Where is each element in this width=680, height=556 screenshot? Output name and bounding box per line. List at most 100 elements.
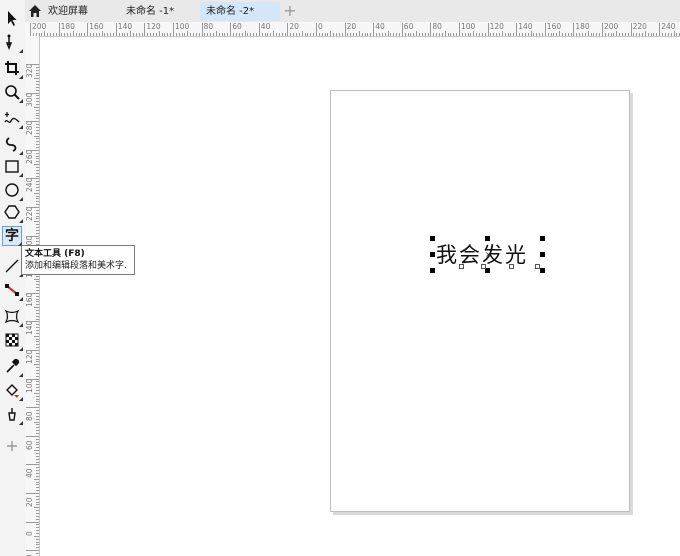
ruler-tick [36, 189, 39, 191]
eyedropper-tool-button[interactable] [2, 356, 23, 377]
ruler-tick [316, 23, 317, 36]
ruler-tick [287, 23, 289, 36]
home-icon[interactable] [27, 3, 43, 19]
connector-tool-button[interactable] [2, 280, 23, 301]
ruler-tick [438, 33, 440, 36]
selection-handle-top-right[interactable] [540, 236, 545, 241]
ruler-tick [559, 31, 561, 36]
ruler-tick [36, 458, 39, 460]
ruler-tick [95, 33, 97, 36]
ruler-tick [293, 33, 295, 36]
envelope-tool-button[interactable] [2, 306, 23, 327]
ruler-tick [26, 207, 39, 208]
zoom-tool-button[interactable] [2, 82, 23, 103]
flyout-indicator-icon [19, 75, 23, 79]
ruler-tick [604, 33, 606, 36]
ruler-tick [141, 33, 143, 36]
ruler-tick [447, 33, 449, 36]
selection-handle-bottom-right[interactable] [540, 268, 545, 273]
crop-tool-button[interactable] [2, 58, 23, 79]
ruler-tick [115, 23, 117, 36]
text-tool-tooltip: 文本工具 (F8) 添加和编辑段落和美术字. [21, 245, 135, 275]
selection-handle-top-left[interactable] [430, 236, 435, 241]
ruler-label: 200 [604, 22, 619, 31]
ruler-tick [273, 31, 275, 36]
ruler-tick [393, 33, 395, 36]
text-tool-button[interactable]: 字 [2, 226, 22, 246]
ruler-tick [304, 33, 306, 36]
ruler-tick [633, 33, 635, 36]
ruler-tick [396, 33, 398, 36]
ruler-tick [656, 33, 658, 36]
ruler-label: 300 [25, 92, 34, 107]
shape-tool-button[interactable] [2, 32, 23, 53]
interactive-fill-tool-button[interactable] [2, 380, 23, 401]
tab-untitled-2[interactable]: 未命名 -2* [200, 2, 280, 21]
ruler-tick [298, 33, 300, 36]
tab-untitled-1[interactable]: 未命名 -1* [120, 2, 200, 21]
ruler-tick [36, 86, 39, 88]
selection-handle-top-middle[interactable] [485, 236, 490, 241]
ruler-label: 320 [25, 63, 34, 78]
ruler-tick [36, 172, 39, 174]
tab-welcome-screen[interactable]: 欢迎屏幕 [42, 2, 120, 21]
freehand-tool-button[interactable] [2, 108, 23, 129]
character-node[interactable] [481, 264, 486, 269]
ruler-tick [78, 33, 80, 36]
ruler-tick [26, 407, 39, 409]
tab-label: 未命名 -2* [206, 6, 255, 17]
ruler-tick [36, 441, 39, 443]
ruler-tick [336, 33, 338, 36]
ruler-tick [36, 146, 39, 148]
ruler-tick [676, 33, 678, 36]
flyout-indicator-icon [19, 347, 23, 351]
selection-handle-middle-right[interactable] [540, 252, 545, 257]
horizontal-ruler[interactable]: 200 180 160 140 120 100 80 60 40 20 0 20 40 60 80 100 12… [25, 22, 680, 37]
selection-handle-middle-left[interactable] [430, 252, 435, 257]
character-node[interactable] [535, 264, 540, 269]
smart-fill-tool-button[interactable] [2, 404, 23, 425]
ruler-tick [398, 33, 400, 36]
vertical-ruler[interactable]: 3203002802602402202001801601401201008060… [25, 36, 40, 556]
center-marker-icon: × [485, 250, 492, 259]
document-page[interactable] [330, 90, 630, 512]
ruler-tick [636, 33, 638, 36]
ellipse-tool-button[interactable] [2, 180, 23, 201]
ruler-label: 260 [25, 149, 34, 164]
ruler-tick [34, 535, 39, 537]
ruler-tick [36, 498, 39, 500]
ruler-tick [36, 541, 39, 543]
character-node[interactable] [459, 264, 464, 269]
ruler-tick [36, 424, 39, 426]
ruler-tick [338, 33, 340, 36]
ruler-tick [36, 515, 39, 517]
transparency-tool-button[interactable] [2, 330, 23, 351]
ruler-tick [36, 372, 39, 374]
ruler-tick [36, 452, 39, 454]
ruler-tick [26, 350, 39, 351]
rectangle-tool-button[interactable] [2, 156, 23, 177]
parallel-dimension-tool-button[interactable] [2, 256, 23, 277]
ruler-tick [381, 33, 383, 36]
ruler-tick [36, 158, 39, 160]
polygon-tool-button[interactable] [2, 202, 23, 223]
artistic-media-tool-button[interactable] [2, 134, 23, 155]
toolbox: 字 [0, 0, 26, 556]
add-tool-button[interactable] [2, 436, 22, 456]
ruler-tick [599, 33, 601, 36]
ruler-tick [36, 504, 39, 506]
character-node[interactable] [509, 264, 514, 269]
selection-handle-bottom-left[interactable] [430, 268, 435, 273]
ruler-tick [36, 124, 39, 126]
ruler-label: 160 [25, 292, 34, 307]
ruler-tick [36, 309, 39, 311]
ruler-tick [34, 478, 39, 480]
ruler-tick [36, 530, 39, 532]
ruler-tick [41, 33, 43, 36]
ruler-label: 20 [346, 22, 357, 31]
ruler-tick [36, 430, 39, 432]
pick-tool-button[interactable] [2, 8, 22, 28]
ruler-tick [313, 33, 315, 36]
new-tab-button[interactable]: + [280, 2, 300, 21]
ruler-tick [147, 33, 149, 36]
